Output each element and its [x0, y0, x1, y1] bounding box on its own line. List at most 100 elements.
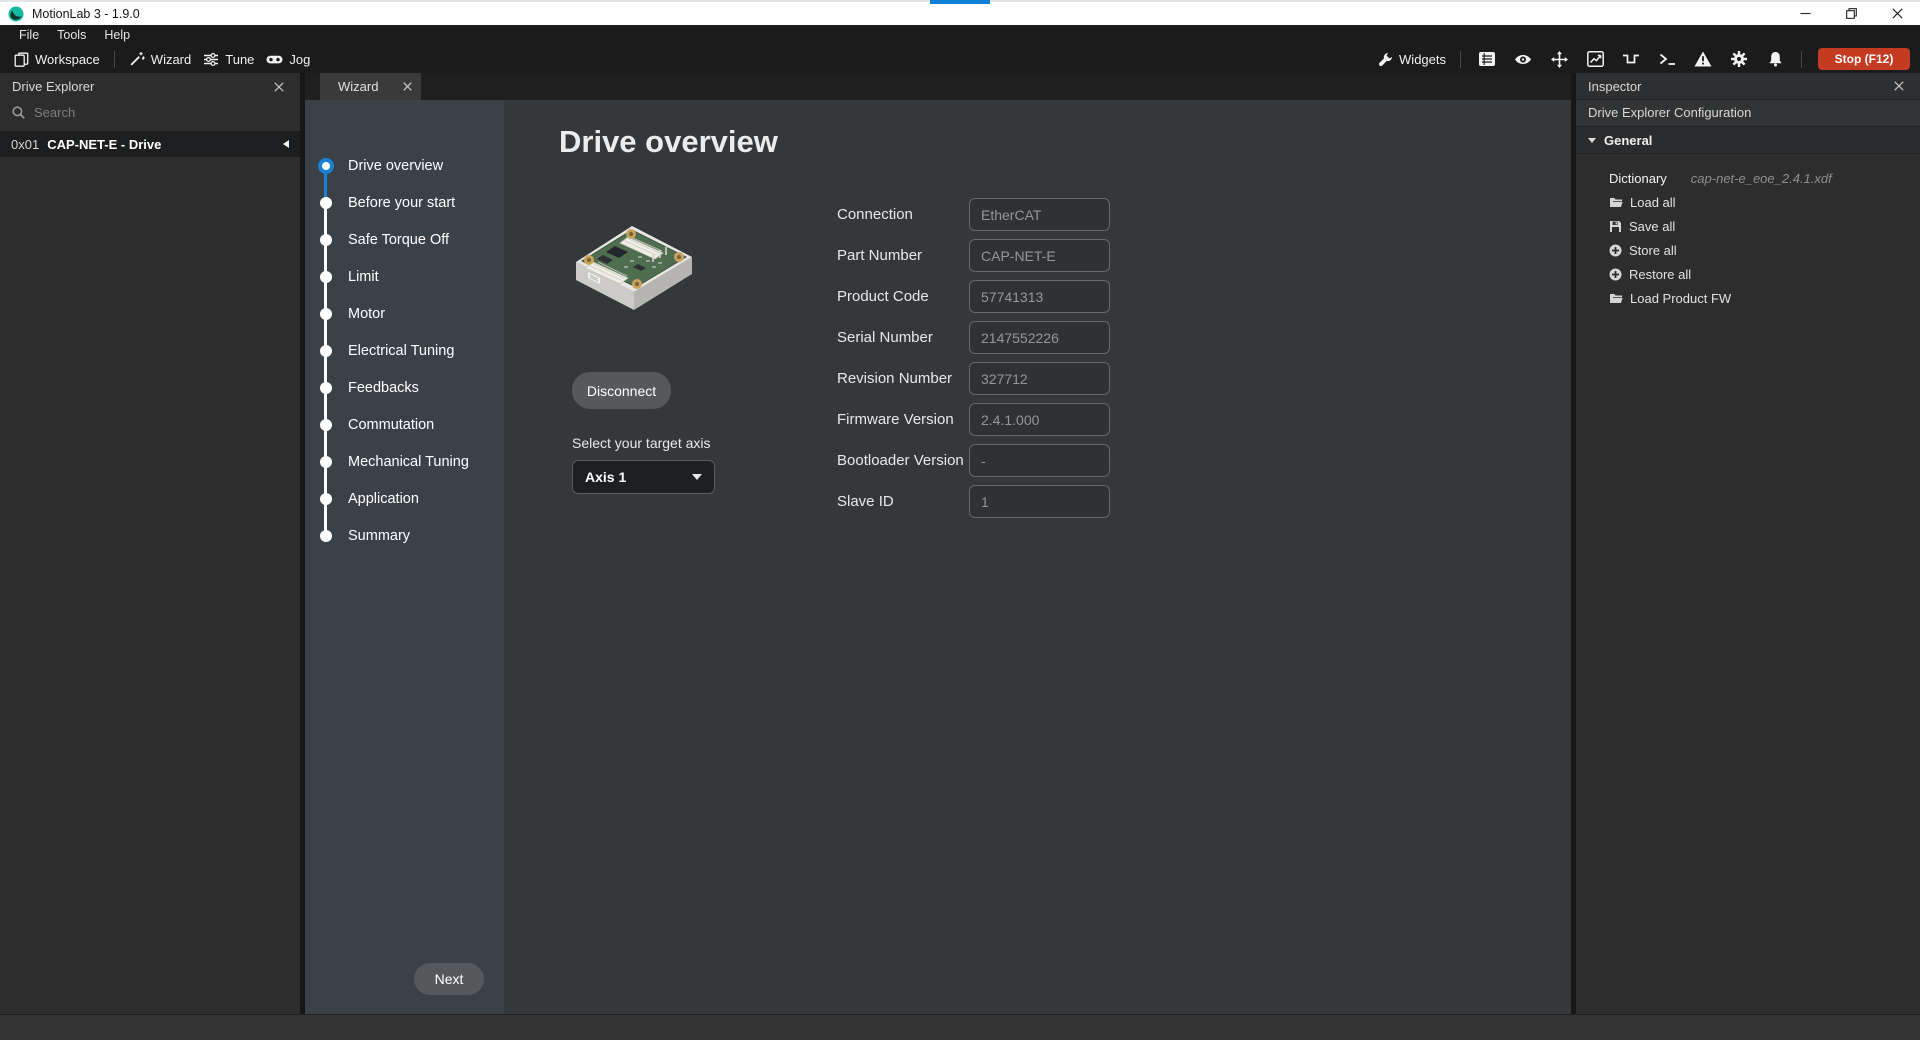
window-controls: [1782, 2, 1920, 25]
action-label: Save all: [1629, 219, 1675, 234]
wizard-step-feedbacks[interactable]: Feedbacks: [305, 369, 504, 406]
tab-close-icon[interactable]: [403, 82, 412, 91]
notifications-button[interactable]: [1766, 50, 1784, 68]
field-label: Firmware Version: [837, 411, 969, 428]
connection-field[interactable]: [969, 198, 1110, 231]
revision-number-field[interactable]: [969, 362, 1110, 395]
settings-button[interactable]: [1730, 50, 1748, 68]
form-row-revision-number: Revision Number: [837, 362, 1110, 395]
wizard-label: Wizard: [151, 52, 191, 67]
tune-icon: [203, 52, 219, 67]
drive-info-form: Connection Part Number Product Code: [837, 198, 1110, 526]
minimize-button[interactable]: [1782, 2, 1828, 25]
firmware-version-field[interactable]: [969, 403, 1110, 436]
drive-tree-item[interactable]: 0x01 CAP-NET-E - Drive: [0, 131, 300, 157]
load-product-fw-button[interactable]: Load Product FW: [1609, 286, 1920, 310]
workspace-button[interactable]: Workspace: [8, 45, 106, 73]
section-general[interactable]: General: [1576, 127, 1920, 154]
restore-all-button[interactable]: Restore all: [1609, 262, 1920, 286]
section-general-label: General: [1604, 133, 1652, 148]
bootloader-version-field[interactable]: [969, 444, 1110, 477]
action-label: Load all: [1630, 195, 1676, 210]
serial-number-field[interactable]: [969, 321, 1110, 354]
menu-tools[interactable]: Tools: [48, 25, 95, 45]
wizard-step-application[interactable]: Application: [305, 480, 504, 517]
field-label: Bootloader Version: [837, 452, 969, 469]
toolbar-separator: [1460, 51, 1461, 68]
wizard-step-mechanical-tuning[interactable]: Mechanical Tuning: [305, 443, 504, 480]
action-label: Load Product FW: [1630, 291, 1731, 306]
wizard-step-electrical-tuning[interactable]: Electrical Tuning: [305, 332, 504, 369]
slave-id-field[interactable]: [969, 485, 1110, 518]
top-accent-bar: [930, 0, 990, 4]
menubar: File Tools Help: [0, 25, 1920, 45]
motion-move-button[interactable]: [1550, 50, 1568, 68]
search-icon: [12, 106, 25, 119]
wizard-step-summary[interactable]: Summary: [305, 517, 504, 554]
registers-table-button[interactable]: [1478, 50, 1496, 68]
menu-file[interactable]: File: [10, 25, 48, 45]
close-button[interactable]: [1874, 2, 1920, 25]
move-icon: [1551, 51, 1568, 68]
tune-label: Tune: [225, 52, 254, 67]
terminal-button[interactable]: [1658, 50, 1676, 68]
toolbar-separator: [114, 51, 115, 68]
inspector-panel: Inspector Drive Explorer Configuration G…: [1576, 73, 1920, 1014]
close-icon: [1892, 8, 1903, 19]
form-row-firmware-version: Firmware Version: [837, 403, 1110, 436]
wizard-step-limit[interactable]: Limit: [305, 258, 504, 295]
step-dot: [320, 456, 332, 468]
restore-icon: [1846, 8, 1857, 19]
wizard-icon: [129, 51, 145, 67]
part-number-field[interactable]: [969, 239, 1110, 272]
close-icon: [1894, 81, 1904, 91]
menu-help[interactable]: Help: [95, 25, 139, 45]
jog-button[interactable]: Jog: [260, 45, 316, 73]
eye-icon: [1514, 53, 1532, 66]
save-all-button[interactable]: Save all: [1609, 214, 1920, 238]
axis-select-dropdown[interactable]: Axis 1: [572, 460, 715, 494]
monitor-eye-button[interactable]: [1514, 50, 1532, 68]
form-row-bootloader-version: Bootloader Version: [837, 444, 1110, 477]
signal-wave-button[interactable]: [1622, 50, 1640, 68]
next-button[interactable]: Next: [414, 963, 484, 995]
step-dot: [320, 234, 332, 246]
dictionary-row[interactable]: Dictionary cap-net-e_eoe_2.4.1.xdf: [1609, 166, 1920, 190]
wizard-step-commutation[interactable]: Commutation: [305, 406, 504, 443]
drive-explorer-title: Drive Explorer: [12, 79, 94, 94]
store-all-button[interactable]: Store all: [1609, 238, 1920, 262]
tune-button[interactable]: Tune: [197, 45, 260, 73]
drive-explorer-close-button[interactable]: [270, 78, 288, 96]
tab-wizard[interactable]: Wizard: [320, 73, 421, 100]
collapse-left-icon[interactable]: [283, 140, 289, 148]
step-dot: [320, 493, 332, 505]
disconnect-button[interactable]: Disconnect: [572, 372, 671, 409]
scope-chart-button[interactable]: [1586, 50, 1604, 68]
status-strip: [0, 1014, 1920, 1040]
warnings-button[interactable]: [1694, 50, 1712, 68]
product-code-field[interactable]: [969, 280, 1110, 313]
stop-button[interactable]: Stop (F12): [1818, 48, 1910, 70]
terminal-icon: [1659, 52, 1676, 66]
step-dot: [320, 345, 332, 357]
toolbar-separator: [1801, 51, 1802, 68]
search-bar: [0, 100, 300, 125]
wizard-button[interactable]: Wizard: [123, 45, 197, 73]
wizard-step-before-your-start[interactable]: Before your start: [305, 184, 504, 221]
field-label: Serial Number: [837, 329, 969, 346]
field-label: Connection: [837, 206, 969, 223]
wizard-body: Drive overview Before your start Safe To…: [305, 100, 1571, 1014]
search-input[interactable]: [34, 105, 288, 120]
wizard-step-safe-torque-off[interactable]: Safe Torque Off: [305, 221, 504, 258]
app-logo-icon: [8, 6, 24, 22]
field-label: Part Number: [837, 247, 969, 264]
load-all-button[interactable]: Load all: [1609, 190, 1920, 214]
jog-icon: [266, 52, 283, 67]
restore-button[interactable]: [1828, 2, 1874, 25]
widgets-button[interactable]: Widgets: [1372, 52, 1452, 67]
inspector-close-button[interactable]: [1890, 77, 1908, 95]
wizard-step-motor[interactable]: Motor: [305, 295, 504, 332]
minimize-icon: [1800, 8, 1811, 19]
wizard-step-drive-overview[interactable]: Drive overview: [305, 147, 504, 184]
axis-select-value: Axis 1: [585, 469, 626, 485]
